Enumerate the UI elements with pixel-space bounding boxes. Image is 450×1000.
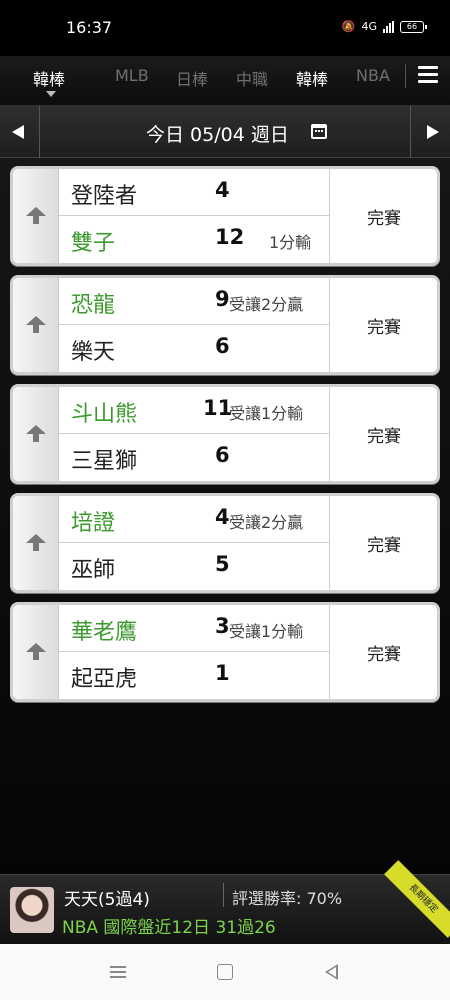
game-card[interactable]: 登陸者 4 雙子 12 1分輸 完賽	[10, 166, 440, 266]
team-name: 巫師	[71, 558, 116, 583]
team-score: 1	[215, 661, 230, 685]
menu-icon[interactable]	[418, 66, 438, 86]
expand-button[interactable]	[13, 496, 59, 590]
status-icons: 🔕 4G 66	[341, 20, 427, 33]
system-nav-bar	[0, 944, 450, 1000]
battery-icon: 66	[400, 20, 427, 33]
tab-kbo[interactable]: 韓棒	[296, 66, 328, 90]
expand-button[interactable]	[13, 387, 59, 481]
date-bar: 今日 05/04 週日	[0, 106, 450, 158]
game-status: 完賽	[367, 536, 401, 556]
team-name: 三星獅	[71, 449, 138, 474]
recent-apps-icon[interactable]	[110, 966, 126, 978]
up-arrow-icon	[26, 643, 46, 661]
team-row: 樂天 6	[59, 325, 329, 372]
expand-button[interactable]	[13, 169, 59, 263]
game-card[interactable]: 華老鷹 3 受讓1分輸 起亞虎 1 完賽	[10, 602, 440, 702]
tab-nba[interactable]: NBA	[356, 66, 390, 85]
team-row: 培證 4 受讓2分贏	[59, 496, 329, 543]
back-icon[interactable]	[325, 964, 338, 980]
handicap-note: 受讓1分輸	[229, 622, 304, 641]
up-arrow-icon	[26, 425, 46, 443]
status-col: 完賽	[329, 496, 437, 590]
game-status: 完賽	[367, 427, 401, 447]
mute-icon: 🔕	[341, 20, 356, 33]
tab-mlb[interactable]: MLB	[115, 66, 149, 85]
team-score: 4	[215, 505, 230, 529]
chevron-down-icon	[46, 91, 56, 97]
calendar-icon[interactable]	[311, 124, 327, 139]
game-status: 完賽	[367, 318, 401, 338]
team-name: 起亞虎	[71, 667, 138, 692]
team-row: 巫師 5	[59, 543, 329, 590]
game-card[interactable]: 斗山熊 11 受讓1分輸 三星獅 6 完賽	[10, 384, 440, 484]
handicap-note: 受讓1分輸	[229, 404, 304, 423]
network-label: 4G	[361, 20, 377, 33]
team-row: 恐龍 9 受讓2分贏	[59, 278, 329, 325]
expand-button[interactable]	[13, 605, 59, 699]
team-row: 登陸者 4	[59, 169, 329, 216]
promo-rate: 評選勝率: 70%	[232, 889, 343, 908]
signal-icon	[383, 20, 394, 33]
team-score: 6	[215, 334, 230, 358]
team-name: 登陸者	[71, 184, 138, 209]
team-score: 12	[215, 225, 245, 249]
team-name: 培證	[71, 511, 116, 536]
team-row: 起亞虎 1	[59, 652, 329, 699]
promo-divider	[223, 883, 224, 907]
avatar	[10, 887, 54, 933]
league-tabs: 韓棒 MLB 日棒 中職 韓棒 NBA	[0, 56, 450, 106]
promo-user: 天天(5過4)	[64, 890, 150, 910]
game-card[interactable]: 恐龍 9 受讓2分贏 樂天 6 完賽	[10, 275, 440, 375]
status-time: 16:37	[66, 18, 113, 37]
tab-cpbl[interactable]: 中職	[236, 66, 268, 90]
previous-day-button[interactable]	[0, 106, 40, 158]
next-day-button[interactable]	[410, 106, 450, 158]
status-col: 完賽	[329, 278, 437, 372]
handicap-note: 1分輸	[269, 233, 312, 252]
team-name: 華老鷹	[71, 620, 138, 645]
handicap-note: 受讓2分贏	[229, 295, 304, 314]
tab-npb[interactable]: 日棒	[176, 66, 208, 90]
team-name: 雙子	[71, 231, 116, 256]
date-label: 今日 05/04 週日	[146, 124, 289, 146]
handicap-note: 受讓2分贏	[229, 513, 304, 532]
home-icon[interactable]	[217, 964, 233, 980]
up-arrow-icon	[26, 534, 46, 552]
status-col: 完賽	[329, 169, 437, 263]
game-status: 完賽	[367, 645, 401, 665]
status-col: 完賽	[329, 387, 437, 481]
game-status: 完賽	[367, 209, 401, 229]
status-col: 完賽	[329, 605, 437, 699]
game-list: 登陸者 4 雙子 12 1分輸 完賽 恐龍 9 受讓2分贏 樂天 6 完賽 斗山…	[0, 158, 450, 874]
team-name: 恐龍	[71, 293, 116, 318]
team-score: 6	[215, 443, 230, 467]
up-arrow-icon	[26, 207, 46, 225]
up-arrow-icon	[26, 316, 46, 334]
team-name: 樂天	[71, 340, 116, 365]
team-score: 11	[203, 396, 233, 420]
status-bar: 16:37 🔕 4G 66	[0, 0, 450, 56]
game-card[interactable]: 培證 4 受讓2分贏 巫師 5 完賽	[10, 493, 440, 593]
tab-current[interactable]: 韓棒	[33, 66, 65, 90]
expand-button[interactable]	[13, 278, 59, 372]
team-score: 5	[215, 552, 230, 576]
tabs-divider	[405, 64, 406, 88]
team-row: 雙子 12 1分輸	[59, 216, 329, 263]
team-score: 3	[215, 614, 230, 638]
team-score: 4	[215, 178, 230, 202]
team-row: 三星獅 6	[59, 434, 329, 481]
team-row: 斗山熊 11 受讓1分輸	[59, 387, 329, 434]
promo-record: NBA 國際盤近12日 31過26	[62, 918, 276, 938]
team-score: 9	[215, 287, 230, 311]
team-name: 斗山熊	[71, 402, 138, 427]
promo-banner[interactable]: 天天(5過4) 評選勝率: 70% NBA 國際盤近12日 31過26 長期穩定	[0, 860, 450, 944]
team-row: 華老鷹 3 受讓1分輸	[59, 605, 329, 652]
